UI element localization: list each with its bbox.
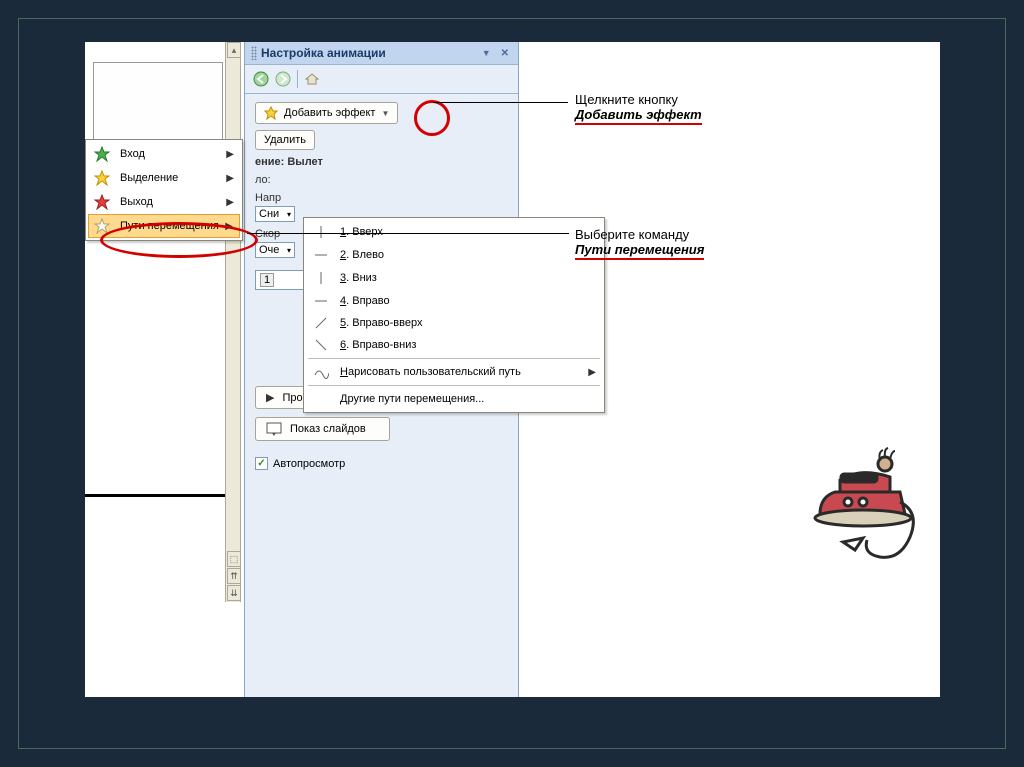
direction-label: Напр <box>255 192 508 204</box>
forward-button[interactable] <box>273 69 293 89</box>
motion-path-submenu: 1. Вверх 2. Влево 3. Вниз 4. Вправо 5. В… <box>303 217 605 413</box>
path-up-icon <box>310 224 332 240</box>
add-effect-button[interactable]: Добавить эффект ▼ <box>255 102 398 124</box>
star-red-icon <box>94 194 110 210</box>
caret-down-icon: ▼ <box>381 109 389 118</box>
grip-icon <box>251 46 257 60</box>
start-label: ло: <box>255 174 508 186</box>
home-button[interactable] <box>302 69 322 89</box>
page-up-icon[interactable]: ⬚ <box>227 551 241 567</box>
submenu-item-right[interactable]: 4. Вправо <box>306 290 602 312</box>
star-add-icon <box>264 106 278 120</box>
star-green-icon <box>94 146 110 162</box>
submenu-arrow-icon: ▶ <box>588 367 596 378</box>
submenu-arrow-icon: ▶ <box>226 173 234 184</box>
path-left-icon <box>310 249 332 261</box>
delete-label: Удалить <box>264 134 306 146</box>
pane-title: Настройка анимации <box>261 46 475 60</box>
submenu-item-down-right[interactable]: 6. Вправо-вниз <box>306 334 602 356</box>
submenu-item-more-paths[interactable]: Другие пути перемещения... <box>306 388 602 410</box>
slide-preview-area <box>85 42 241 497</box>
effect-menu: Вход ▶ Выделение ▶ Выход ▶ Пути перемеще… <box>85 139 243 241</box>
checkbox-checked-icon: ✓ <box>255 457 268 470</box>
pane-menu-dropdown[interactable]: ▼ <box>479 48 494 58</box>
screen-icon <box>266 422 282 436</box>
star-yellow-icon <box>94 170 110 186</box>
change-heading: ение: Вылет <box>255 156 508 168</box>
speed-select[interactable]: Оче▾ <box>255 242 295 258</box>
submenu-item-left[interactable]: 2. Влево <box>306 244 602 266</box>
pane-toolbar <box>245 65 518 94</box>
back-button[interactable] <box>251 69 271 89</box>
autopreview-checkbox[interactable]: ✓ Автопросмотр <box>255 457 508 470</box>
page-canvas: ▴ ⬚ ⇈ ⇊ Настройка анимации ▼ ✕ <box>85 42 940 697</box>
submenu-arrow-icon: ▶ <box>225 221 233 232</box>
submenu-item-down[interactable]: 3. Вниз <box>306 266 602 290</box>
list-index-badge: 1 <box>260 273 274 287</box>
path-down-icon <box>310 270 332 286</box>
menu-item-exit[interactable]: Выход ▶ <box>88 190 240 214</box>
prev-slide-icon[interactable]: ⇈ <box>227 568 241 584</box>
next-slide-icon[interactable]: ⇊ <box>227 585 241 601</box>
star-outline-icon <box>94 218 110 234</box>
menu-item-entrance[interactable]: Вход ▶ <box>88 142 240 166</box>
pane-close-button[interactable]: ✕ <box>498 48 512 59</box>
path-custom-icon <box>310 365 332 379</box>
leader-line-1 <box>433 102 568 103</box>
leader-line-2 <box>247 233 569 234</box>
add-effect-label: Добавить эффект <box>284 107 375 119</box>
path-downright-icon <box>310 338 332 352</box>
submenu-item-custom-path[interactable]: Нарисовать пользовательский путь ▶ <box>306 361 602 383</box>
menu-item-motion-paths[interactable]: Пути перемещения ▶ <box>88 214 240 238</box>
annotation-add-effect: Щелкните кнопку Добавить эффект <box>575 92 702 125</box>
scroll-up-button[interactable]: ▴ <box>227 42 241 58</box>
iron-clipart <box>785 442 925 585</box>
direction-select[interactable]: Сни▾ <box>255 206 295 222</box>
menu-item-emphasis[interactable]: Выделение ▶ <box>88 166 240 190</box>
submenu-arrow-icon: ▶ <box>226 149 234 160</box>
play-icon: ▶ <box>266 391 274 404</box>
annotation-motion-paths: Выберите команду Пути перемещения <box>575 227 704 260</box>
submenu-arrow-icon: ▶ <box>226 197 234 208</box>
delete-button[interactable]: Удалить <box>255 130 315 150</box>
pane-header: Настройка анимации ▼ ✕ <box>245 42 518 65</box>
submenu-item-up-right[interactable]: 5. Вправо-вверх <box>306 312 602 334</box>
path-upright-icon <box>310 316 332 330</box>
path-right-icon <box>310 295 332 307</box>
submenu-item-up[interactable]: 1. Вверх <box>306 220 602 244</box>
vertical-scrollbar[interactable]: ▴ ⬚ ⇈ ⇊ <box>225 42 241 602</box>
slideshow-button[interactable]: Показ слайдов <box>255 417 390 441</box>
